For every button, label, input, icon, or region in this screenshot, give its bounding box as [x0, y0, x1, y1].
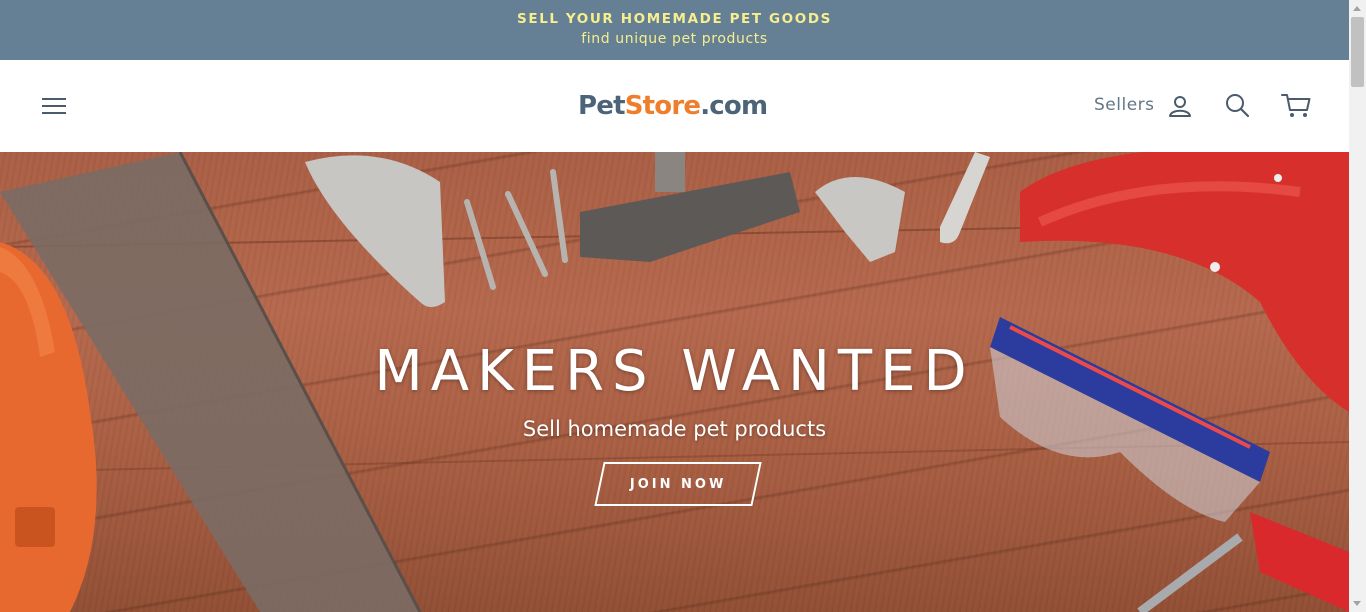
scroll-up-icon[interactable]	[1353, 6, 1361, 11]
cart-icon[interactable]	[1281, 93, 1311, 119]
join-now-button[interactable]: JOIN NOW	[594, 462, 762, 506]
join-now-label: JOIN NOW	[629, 476, 727, 492]
scroll-down-icon[interactable]	[1353, 601, 1361, 606]
hero-subtitle: Sell homemade pet products	[522, 417, 827, 441]
announcement-bar: SELL YOUR HOMEMADE PET GOODS find unique…	[0, 0, 1349, 60]
user-icon[interactable]	[1168, 94, 1192, 118]
site-logo[interactable]: PetStore.com	[578, 88, 778, 124]
logo-part-com: .com	[700, 91, 768, 121]
logo-part-store: Store	[624, 91, 701, 121]
site-header: PetStore.com Sellers	[0, 60, 1349, 152]
search-icon[interactable]	[1225, 93, 1250, 118]
announcement-line-2: find unique pet products	[581, 31, 768, 47]
page-scrollbar[interactable]	[1349, 0, 1366, 612]
hero-title: MAKERS WANTED	[374, 339, 975, 404]
hero-banner: MAKERS WANTED Sell homemade pet products…	[0, 152, 1349, 612]
menu-icon[interactable]	[42, 96, 68, 116]
sellers-link[interactable]: Sellers	[1094, 94, 1155, 116]
announcement-line-1: SELL YOUR HOMEMADE PET GOODS	[517, 11, 832, 27]
scroll-thumb[interactable]	[1351, 17, 1364, 87]
logo-part-pet: Pet	[578, 91, 626, 121]
